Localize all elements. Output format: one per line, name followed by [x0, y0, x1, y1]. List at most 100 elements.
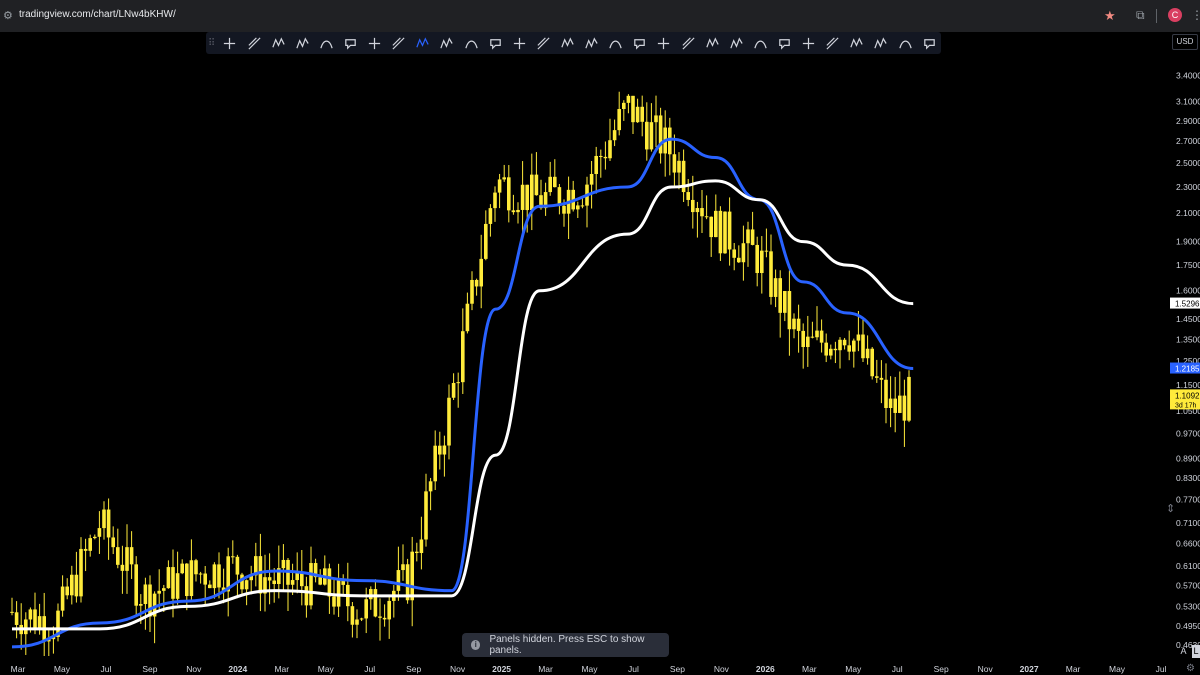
- candle-body: [410, 551, 414, 601]
- candle-body: [562, 205, 566, 214]
- price-tick-label: 0.7700: [1176, 495, 1200, 505]
- candle-body: [134, 564, 138, 606]
- candle-body: [608, 140, 612, 159]
- candle-body: [88, 538, 92, 551]
- time-tick-label: Mar: [274, 664, 289, 674]
- candle-body: [622, 102, 626, 110]
- candle-body: [217, 564, 221, 588]
- candle-body: [576, 205, 580, 210]
- candle-body: [520, 184, 525, 210]
- candle-body: [580, 205, 585, 207]
- price-tick-label: 0.6600: [1176, 539, 1200, 549]
- candle-body: [465, 303, 470, 332]
- price-tick-label: 0.8900: [1176, 453, 1200, 463]
- candle-body: [796, 318, 801, 331]
- candle-body: [898, 395, 902, 413]
- candle-body: [83, 548, 88, 551]
- candle-body: [447, 397, 451, 446]
- candle-body: [852, 340, 856, 352]
- price-tick-label: 3.4000: [1176, 70, 1200, 80]
- axis-resize-handle-icon[interactable]: ⇕: [1166, 502, 1175, 515]
- candle-body: [709, 216, 713, 238]
- candle-body: [65, 586, 69, 596]
- candle-body: [589, 173, 594, 185]
- candle-body: [97, 528, 102, 537]
- candle-body: [760, 250, 764, 274]
- price-tick-label: 3.1000: [1176, 97, 1200, 107]
- auto-scale-button[interactable]: A: [1177, 645, 1190, 658]
- price-axis: 3.4000 3.1000 2.9000 2.7000 2.5000 2.3000 2.10…: [1170, 70, 1200, 650]
- time-tick-label: May: [318, 664, 335, 674]
- candle-body: [484, 223, 488, 259]
- candle-body: [198, 573, 203, 575]
- price-chart[interactable]: 3.4000 3.1000 2.9000 2.7000 2.5000 2.3000 2.10…: [0, 0, 1200, 675]
- time-tick-label: Nov: [714, 664, 730, 674]
- candle-body: [231, 556, 235, 558]
- log-scale-button[interactable]: L: [1192, 645, 1200, 658]
- candle-body: [829, 348, 833, 356]
- candle-body: [157, 590, 161, 594]
- price-tick-label: 1.4500: [1176, 314, 1200, 324]
- candle-body: [10, 611, 14, 613]
- candle-body: [203, 573, 207, 585]
- candle-body: [603, 156, 608, 159]
- time-tick-label: Jul: [364, 664, 375, 674]
- candle-body: [373, 589, 378, 617]
- candle-body: [783, 291, 787, 313]
- candle-body: [185, 563, 189, 597]
- candle-body: [640, 106, 644, 122]
- candle-body: [111, 537, 115, 548]
- time-tick-label: Jul: [1156, 664, 1167, 674]
- candle-body: [180, 563, 184, 574]
- candle-body: [842, 339, 847, 346]
- candle-body: [672, 154, 677, 173]
- candle-body: [162, 588, 166, 591]
- candle-body: [502, 177, 506, 180]
- candle-body: [737, 257, 741, 263]
- candle-body: [599, 155, 603, 157]
- candle-body: [318, 577, 322, 585]
- candle-body: [838, 339, 842, 351]
- candle-body: [525, 184, 529, 211]
- candle-body: [801, 330, 805, 348]
- candle-body: [861, 334, 865, 359]
- candle-body: [24, 619, 28, 635]
- candle-body: [764, 250, 769, 252]
- candle-body: [479, 258, 483, 287]
- candle-body: [451, 382, 456, 398]
- candle-body: [125, 547, 129, 571]
- candle-body: [727, 211, 732, 250]
- time-tick-label: Mar: [1066, 664, 1081, 674]
- candle-body: [474, 279, 479, 287]
- candle-body: [350, 606, 355, 625]
- candle-body: [635, 106, 640, 123]
- candle-body: [33, 609, 37, 631]
- time-tick-label: Nov: [978, 664, 994, 674]
- price-tick-label: 0.9700: [1176, 429, 1200, 439]
- candle-body: [442, 445, 447, 455]
- candle-body: [732, 249, 736, 258]
- candle-body: [387, 600, 391, 620]
- candle-body: [723, 211, 727, 254]
- candle-body: [548, 176, 552, 193]
- candle-body: [695, 208, 700, 213]
- candle-body: [396, 570, 401, 591]
- price-badge-label: 1.2185: [1175, 365, 1200, 374]
- price-tick-label: 2.7000: [1176, 136, 1200, 146]
- price-tick-label: 1.9000: [1176, 237, 1200, 247]
- candle-body: [267, 577, 272, 581]
- candle-body: [649, 122, 654, 150]
- time-tick-label: May: [54, 664, 71, 674]
- price-tick-label: 0.5700: [1176, 581, 1200, 591]
- countdown-label: 3d 17h: [1175, 402, 1197, 409]
- chart-settings-icon[interactable]: ⚙: [1186, 663, 1195, 674]
- candle-body: [902, 395, 907, 421]
- price-tick-label: 0.5300: [1176, 601, 1200, 611]
- price-badge-label: 1.1092: [1175, 391, 1200, 400]
- candle-body: [148, 584, 152, 617]
- candle-body: [194, 560, 198, 575]
- candle-body: [272, 580, 276, 585]
- candle-body: [60, 586, 65, 611]
- candle-body: [258, 556, 263, 594]
- price-tick-label: 2.9000: [1176, 116, 1200, 126]
